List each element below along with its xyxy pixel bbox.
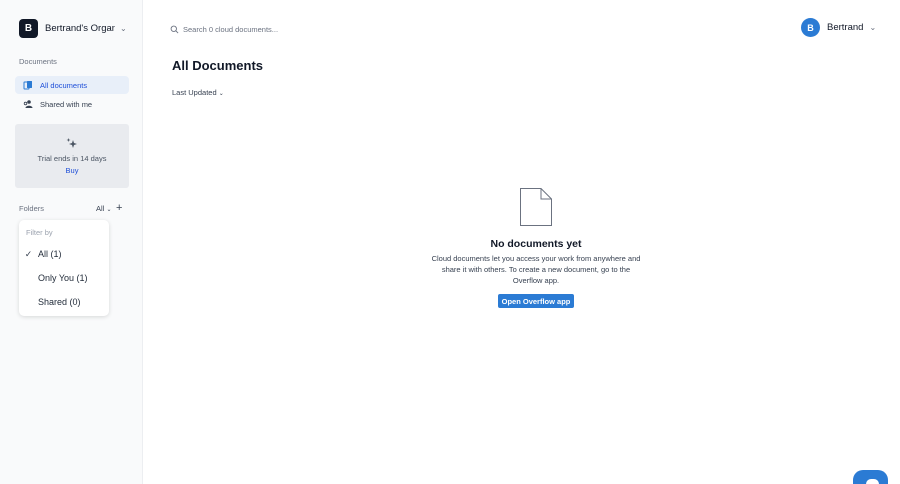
open-app-button[interactable]: Open Overflow app [498, 294, 574, 308]
filter-option-shared[interactable]: Shared (0) [19, 292, 109, 312]
folder-filter-dropdown: Filter by ✓ All (1) Only You (1) Shared … [19, 220, 109, 316]
empty-document-icon [520, 188, 552, 226]
folder-filter-select[interactable]: All ⌄ [96, 204, 111, 213]
shared-users-icon [23, 99, 33, 109]
folder-filter-value: All [96, 204, 105, 213]
chevron-down-icon: ⌄ [218, 91, 224, 97]
chevron-down-icon: ⌄ [106, 207, 112, 213]
documents-section-label: Documents [19, 57, 57, 66]
search-bar [170, 22, 430, 36]
org-avatar: B [19, 19, 38, 38]
filter-option-label: All (1) [38, 249, 62, 259]
chat-launcher-button[interactable] [853, 470, 888, 484]
empty-state-description: Cloud documents let you access your work… [431, 254, 641, 285]
sidebar-item-label: Shared with me [40, 99, 93, 109]
chevron-down-icon: ⌄ [869, 23, 877, 32]
user-menu[interactable]: B Bertrand ⌄ [801, 18, 876, 37]
add-folder-button[interactable]: + [116, 202, 122, 214]
chevron-down-icon: ⌄ [120, 24, 127, 33]
chat-icon [866, 479, 879, 484]
buy-link[interactable]: Buy [15, 166, 129, 175]
sidebar-item-shared-with-me[interactable]: Shared with me [15, 95, 129, 113]
avatar: B [801, 18, 820, 37]
filter-option-only-you[interactable]: Only You (1) [19, 268, 109, 288]
org-switcher[interactable]: B Bertrand's Organization ⌄ [19, 19, 129, 38]
check-icon: ✓ [24, 248, 33, 259]
search-input[interactable] [183, 24, 383, 34]
empty-state-title: No documents yet [490, 238, 582, 250]
documents-icon [23, 80, 33, 90]
search-icon [170, 25, 179, 33]
trial-text: Trial ends in 14 days [37, 154, 107, 163]
page-title: All Documents [172, 58, 264, 73]
sidebar-item-all-documents[interactable]: All documents [15, 76, 129, 94]
filter-option-label: Only You (1) [38, 273, 88, 283]
sparkle-icon [66, 138, 77, 148]
filter-option-label: Shared (0) [38, 297, 81, 307]
dropdown-header: Filter by [26, 228, 53, 237]
folders-label: Folders [19, 204, 45, 213]
org-name: Bertrand's Organization [45, 23, 115, 34]
folders-header: Folders All ⌄ + [19, 202, 129, 214]
filter-option-all[interactable]: ✓ All (1) [19, 244, 109, 264]
sort-label: Last Updated [172, 88, 217, 97]
trial-card: Trial ends in 14 days Buy [15, 124, 129, 188]
sort-select[interactable]: Last Updated ⌄ [172, 88, 224, 97]
user-name: Bertrand [827, 22, 864, 33]
sidebar-item-label: All documents [40, 80, 88, 90]
sidebar: B Bertrand's Organization ⌄ Documents Al… [0, 0, 143, 484]
